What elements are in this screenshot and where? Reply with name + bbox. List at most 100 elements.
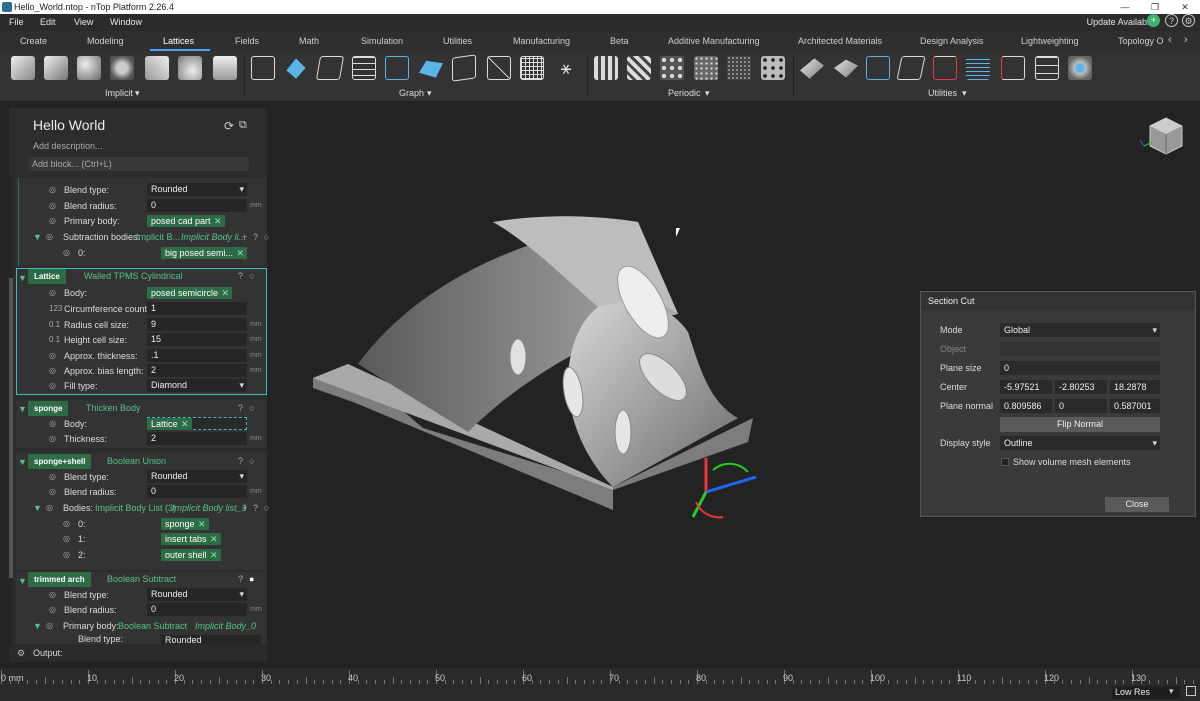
union-collapse-icon[interactable]: ▼: [18, 457, 27, 467]
tab-topology[interactable]: Topology O: [1118, 36, 1164, 46]
remove-x-icon[interactable]: ✕: [221, 287, 229, 299]
add-item-icon[interactable]: +: [242, 230, 247, 244]
display-style-select[interactable]: Outline: [1000, 436, 1160, 450]
utilities-frame-icon[interactable]: [1001, 56, 1025, 80]
graph-diagonal-lattice-icon[interactable]: [487, 56, 511, 80]
periodic-fine-dots-icon[interactable]: [694, 56, 718, 80]
tab-utilities[interactable]: Utilities: [443, 36, 472, 46]
help-icon[interactable]: ?: [253, 230, 258, 244]
minimize-button[interactable]: —: [1110, 0, 1140, 14]
block-name[interactable]: trimmed arch: [28, 572, 91, 587]
remove-x-icon[interactable]: ✕: [210, 533, 218, 545]
tab-modeling[interactable]: Modeling: [87, 36, 124, 46]
graph-grid-lattice-icon[interactable]: [352, 56, 376, 80]
maximize-button[interactable]: ❐: [1140, 0, 1170, 14]
remove-x-icon[interactable]: ✕: [214, 215, 222, 227]
menu-edit[interactable]: Edit: [40, 14, 56, 31]
help-icon[interactable]: ?: [238, 454, 243, 469]
mode-select[interactable]: Global: [1000, 323, 1160, 337]
periodic-micro-dots-icon[interactable]: [727, 56, 751, 80]
refresh-icon[interactable]: ⟳: [224, 119, 234, 133]
radius-cell-input[interactable]: 9: [147, 318, 247, 331]
implicit-sphere-icon[interactable]: [77, 56, 101, 80]
utilities-cell-map-icon[interactable]: [933, 56, 957, 80]
periodic-holes-icon[interactable]: [761, 56, 785, 80]
implicit-gear-icon[interactable]: [110, 56, 134, 80]
export-icon[interactable]: ⧉: [239, 119, 247, 132]
tab-beta[interactable]: Beta: [610, 36, 629, 46]
tab-scroll-right-icon[interactable]: ›: [1184, 34, 1188, 46]
tab-simulation[interactable]: Simulation: [361, 36, 403, 46]
remove-x-icon[interactable]: ✕: [181, 418, 189, 430]
graph-node-icon[interactable]: ⚹: [554, 56, 578, 80]
implicit-block-icon[interactable]: [213, 56, 237, 80]
block-name[interactable]: sponge: [28, 401, 69, 416]
group-periodic[interactable]: Periodic: [668, 88, 701, 98]
blend-radius-input[interactable]: 0: [147, 199, 247, 212]
periodic-dots-icon[interactable]: [660, 56, 684, 80]
add-block-input[interactable]: Add block... (Ctrl+L): [29, 157, 249, 171]
utilities-tree-icon[interactable]: [866, 56, 890, 80]
block-name[interactable]: Lattice: [28, 269, 66, 284]
show-mesh-checkbox[interactable]: [1001, 458, 1009, 466]
center-z-input[interactable]: 18.2878: [1110, 380, 1160, 394]
bias-input[interactable]: 2: [147, 364, 247, 377]
union-blend-type-select[interactable]: Rounded: [147, 470, 247, 483]
menu-view[interactable]: View: [74, 14, 93, 31]
lattice-body-chip[interactable]: posed semicircle ✕: [147, 287, 233, 299]
sponge-body-chip[interactable]: Lattice ✕: [147, 418, 192, 430]
plane-size-input[interactable]: 0: [1000, 361, 1160, 375]
graph-lattice-icon-3[interactable]: [315, 56, 345, 80]
utilities-mesh-icon[interactable]: [896, 56, 926, 80]
blend-type-select[interactable]: Rounded: [147, 183, 247, 196]
remove-x-icon[interactable]: ✕: [198, 518, 206, 530]
tab-scroll-left-icon[interactable]: ‹: [1168, 34, 1172, 46]
union-blend-radius-input[interactable]: 0: [147, 485, 247, 498]
group-periodic-dropdown-icon[interactable]: ▾: [705, 88, 710, 99]
implicit-shape-icon[interactable]: [44, 56, 68, 80]
graph-conformal-lattice-icon[interactable]: [419, 60, 443, 78]
download-update-icon[interactable]: +: [1147, 14, 1160, 27]
collapse-chevron-icon[interactable]: ▼: [33, 501, 42, 515]
view-cube-icon[interactable]: [1139, 117, 1183, 155]
tab-lightweighting[interactable]: Lightweighting: [1021, 36, 1079, 46]
tab-manufacturing[interactable]: Manufacturing: [513, 36, 570, 46]
gizmo-icon[interactable]: [691, 458, 757, 519]
periodic-diagonal-icon[interactable]: [627, 56, 651, 80]
settings-gear-icon[interactable]: ⚙: [1182, 14, 1195, 27]
utilities-shell-icon[interactable]: [834, 59, 858, 78]
expand-icon[interactable]: [1186, 686, 1196, 696]
notebook-description[interactable]: Add description...: [33, 141, 103, 151]
help-icon[interactable]: ?: [253, 501, 258, 515]
graph-cube-lattice-icon[interactable]: [251, 56, 275, 80]
help-icon[interactable]: ?: [238, 572, 243, 587]
implicit-combine-icon[interactable]: [178, 56, 202, 80]
remove-x-icon[interactable]: ✕: [237, 247, 245, 259]
item0-chip[interactable]: big posed semi... ✕: [161, 247, 248, 259]
center-y-input[interactable]: -2.80253: [1055, 380, 1107, 394]
collapse-chevron-icon[interactable]: ▼: [33, 230, 42, 244]
implicit-body-icon[interactable]: [11, 56, 35, 80]
panel-scrollbar-thumb[interactable]: [9, 278, 13, 578]
flip-normal-button[interactable]: Flip Normal: [1000, 417, 1160, 432]
close-window-button[interactable]: ✕: [1170, 0, 1200, 14]
tab-additive-manufacturing[interactable]: Additive Manufacturing: [668, 36, 760, 46]
group-graph[interactable]: Graph: [399, 88, 424, 98]
menu-file[interactable]: File: [9, 14, 24, 31]
graph-box-lattice-icon[interactable]: [385, 56, 409, 80]
tab-math[interactable]: Math: [299, 36, 319, 46]
trim-blend-type-select[interactable]: Rounded: [147, 588, 247, 601]
graph-dense-lattice-icon[interactable]: [520, 56, 544, 80]
group-utilities[interactable]: Utilities: [928, 88, 957, 98]
sponge-collapse-icon[interactable]: ▼: [18, 404, 27, 414]
cut-select[interactable]: Rounded: [161, 635, 261, 644]
graph-warp-lattice-icon[interactable]: [452, 54, 476, 82]
block-name[interactable]: sponge+shell: [28, 454, 92, 469]
center-x-input[interactable]: -5.97521: [1000, 380, 1052, 394]
group-utilities-dropdown-icon[interactable]: ▾: [962, 88, 967, 99]
group-implicit[interactable]: Implicit: [105, 88, 133, 98]
group-implicit-dropdown-icon[interactable]: ▾: [135, 88, 140, 99]
union-item2-chip[interactable]: outer shell ✕: [161, 549, 221, 561]
resolution-dropdown-icon[interactable]: ▾: [1169, 686, 1174, 697]
help-icon[interactable]: ?: [238, 401, 243, 416]
